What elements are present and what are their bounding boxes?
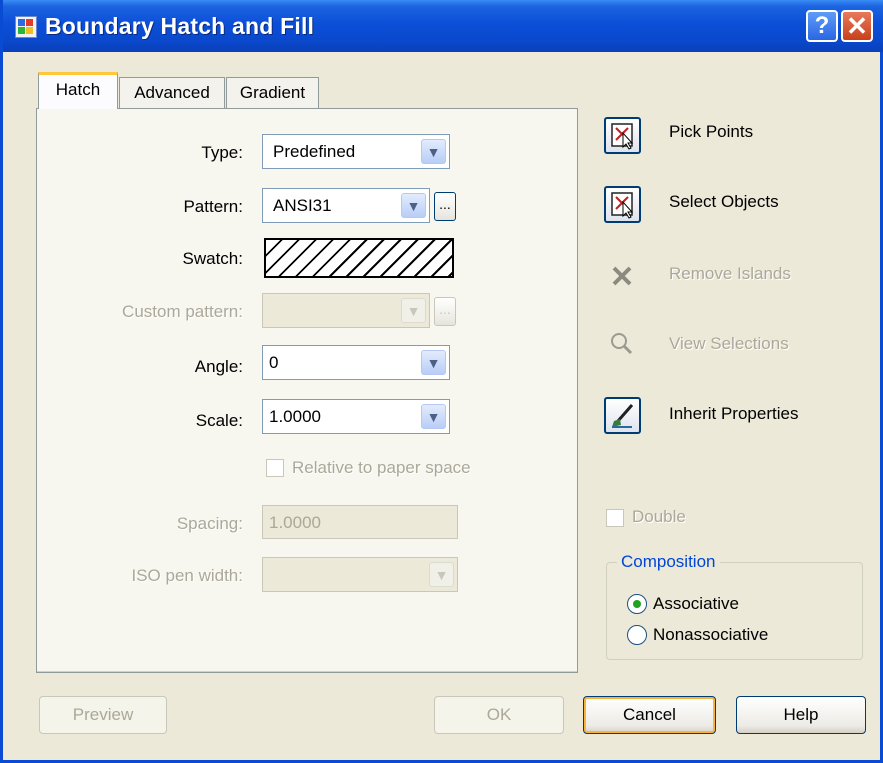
- pattern-browse-button[interactable]: ...: [434, 192, 456, 221]
- chevron-down-icon[interactable]: ▼: [421, 350, 446, 375]
- pick-points-button[interactable]: [604, 117, 641, 154]
- inherit-properties-label: Inherit Properties: [669, 404, 799, 423]
- pick-points-label: Pick Points: [669, 122, 754, 141]
- remove-islands-label: Remove Islands: [669, 264, 791, 283]
- iso-pen-width-label: ISO pen width:: [131, 566, 243, 585]
- tab-gradient[interactable]: Gradient: [226, 77, 319, 108]
- view-selections-button[interactable]: [604, 326, 641, 363]
- chevron-down-icon[interactable]: ▼: [421, 404, 446, 429]
- remove-islands-button[interactable]: [604, 257, 641, 294]
- close-button[interactable]: ✕: [841, 10, 873, 42]
- chevron-down-icon[interactable]: ▼: [421, 139, 446, 164]
- pattern-label: Pattern:: [183, 197, 243, 216]
- chevron-down-icon[interactable]: ▼: [401, 193, 426, 218]
- window-title: Boundary Hatch and Fill: [45, 13, 315, 39]
- inherit-properties-button[interactable]: [604, 397, 641, 434]
- angle-label: Angle:: [194, 357, 243, 376]
- swatch-label: Swatch:: [182, 249, 243, 268]
- app-icon: [15, 16, 37, 38]
- ok-button[interactable]: OK: [434, 696, 564, 734]
- nonassociative-label: Nonassociative: [653, 625, 769, 644]
- tab-advanced[interactable]: Advanced: [119, 77, 225, 108]
- custom-pattern-label: Custom pattern:: [122, 302, 243, 321]
- spacing-label: Spacing:: [176, 514, 243, 533]
- magnifier-icon: [611, 333, 633, 355]
- preview-button[interactable]: Preview: [39, 696, 167, 734]
- chevron-down-icon: ▼: [429, 562, 454, 587]
- hatch-swatch[interactable]: [264, 238, 454, 278]
- iso-pen-width-dropdown[interactable]: ▼: [262, 557, 458, 592]
- type-dropdown[interactable]: Predefined ▼: [262, 134, 450, 169]
- scale-dropdown[interactable]: 1.0000 ▼: [262, 399, 450, 434]
- spacing-value: 1.0000: [269, 513, 321, 532]
- cancel-button[interactable]: Cancel: [583, 696, 716, 734]
- title-bar[interactable]: Boundary Hatch and Fill ? ✕: [3, 0, 883, 52]
- angle-value: 0: [269, 353, 279, 372]
- select-objects-icon: [611, 192, 634, 219]
- nonassociative-radio[interactable]: [627, 625, 647, 645]
- double-label: Double: [632, 507, 686, 526]
- spacing-field[interactable]: 1.0000: [262, 505, 458, 539]
- view-selections-label: View Selections: [669, 334, 789, 353]
- help-title-button[interactable]: ?: [806, 10, 838, 42]
- scale-value: 1.0000: [269, 407, 321, 426]
- type-label: Type:: [201, 143, 243, 162]
- select-objects-button[interactable]: [604, 186, 641, 223]
- composition-title: Composition: [617, 552, 720, 572]
- associative-label: Associative: [653, 594, 739, 613]
- chevron-down-icon: ▼: [401, 298, 426, 323]
- pick-points-icon: [611, 123, 634, 150]
- brush-icon: [612, 404, 634, 428]
- angle-dropdown[interactable]: 0 ▼: [262, 345, 450, 380]
- custom-pattern-dropdown[interactable]: ▼: [262, 293, 430, 328]
- scale-label: Scale:: [195, 411, 243, 430]
- tab-hatch[interactable]: Hatch: [38, 72, 118, 109]
- radio-selected-dot: [633, 600, 641, 608]
- pattern-dropdown[interactable]: ANSI31 ▼: [262, 188, 430, 223]
- relative-paper-space-label: Relative to paper space: [292, 458, 471, 477]
- type-value: Predefined: [273, 142, 356, 161]
- help-button[interactable]: Help: [736, 696, 866, 734]
- remove-icon: [612, 266, 632, 286]
- select-objects-label: Select Objects: [669, 192, 779, 211]
- associative-radio[interactable]: [627, 594, 647, 614]
- boundary-hatch-dialog: Boundary Hatch and Fill ? ✕ Hatch Advanc…: [0, 0, 883, 763]
- custom-pattern-browse-button[interactable]: ...: [434, 297, 456, 326]
- double-checkbox[interactable]: [606, 509, 624, 527]
- relative-paper-space-checkbox[interactable]: [266, 459, 284, 477]
- pattern-value: ANSI31: [273, 196, 332, 215]
